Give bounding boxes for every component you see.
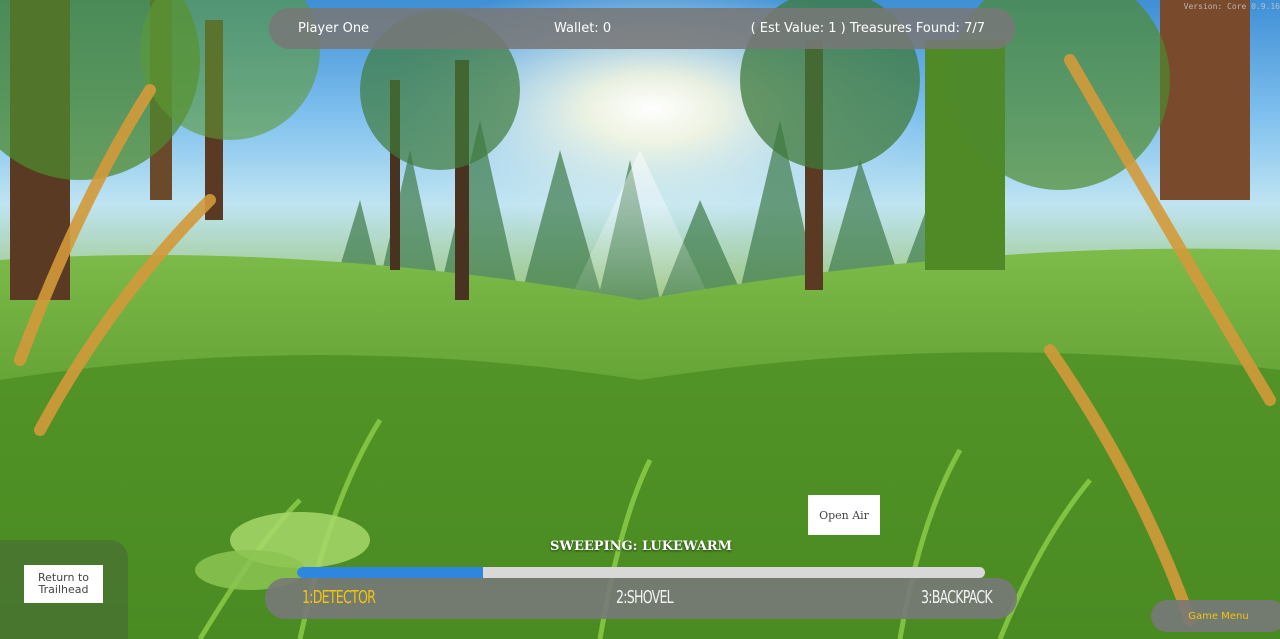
top-hud-bar: Player One Wallet: 0 ( Est Value: 1 ) Tr… xyxy=(269,8,1015,49)
version-label: Version: Core 0.9.16 xyxy=(1183,2,1280,11)
open-air-button[interactable]: Open Air xyxy=(808,495,880,535)
tool-shovel[interactable]: 2:SHOVEL xyxy=(616,587,674,608)
sweep-progress-bar xyxy=(297,567,985,578)
tool-bar: 1:DETECTOR 2:SHOVEL 3:BACKPACK xyxy=(265,578,1017,619)
player-name: Player One xyxy=(298,21,370,36)
tool-detector[interactable]: 1:DETECTOR xyxy=(302,587,376,608)
tool-backpack[interactable]: 3:BACKPACK xyxy=(921,587,993,608)
sweep-status-text: SWEEPING: LUKEWARM xyxy=(550,539,732,554)
return-trailhead-button[interactable]: Return to Trailhead xyxy=(24,565,103,603)
sweep-progress-fill xyxy=(297,567,483,578)
treasure-counter: ( Est Value: 1 ) Treasures Found: 7/7 xyxy=(750,21,985,36)
game-menu-button[interactable]: Game Menu xyxy=(1151,600,1280,632)
wallet-balance: Wallet: 0 xyxy=(554,21,612,36)
